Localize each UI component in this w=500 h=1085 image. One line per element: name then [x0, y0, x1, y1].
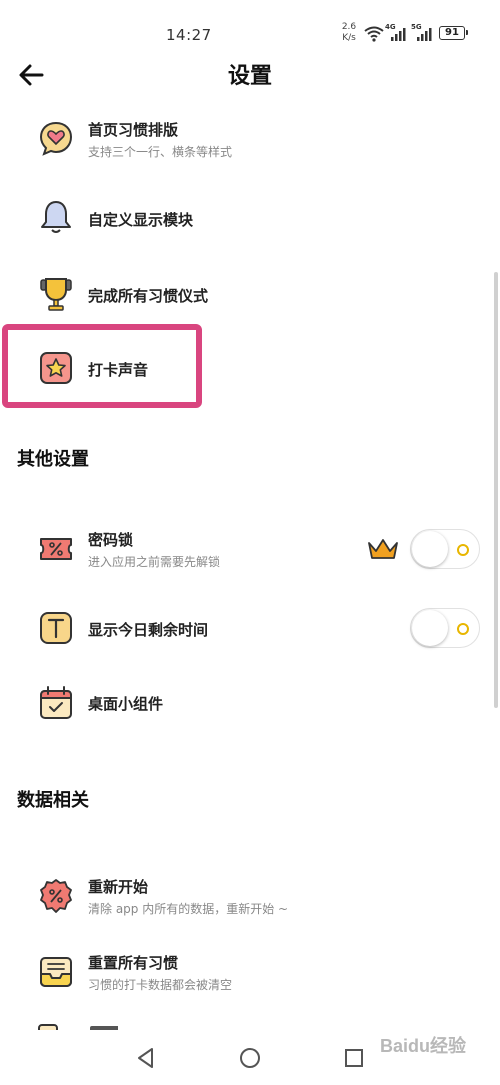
network-speed-value: 2.6 [341, 22, 357, 32]
signal-4g-label: 4G [385, 23, 396, 31]
setting-show-remaining-time[interactable]: 显示今日剩余时间 [0, 606, 500, 652]
password-lock-toggle[interactable] [410, 529, 480, 569]
setting-label: 自定义显示模块 [88, 211, 194, 229]
setting-sub: 支持三个一行、横条等样式 [88, 145, 233, 159]
setting-label: 重新开始 [88, 878, 149, 896]
percent-badge-icon [40, 879, 72, 913]
setting-label: 密码锁 [88, 531, 134, 549]
signal-5g-icon: 5G [411, 23, 433, 42]
setting-desktop-widget[interactable]: 桌面小组件 [0, 683, 500, 723]
battery-icon: 91 [439, 26, 468, 40]
nav-recent-apps-icon[interactable] [342, 1046, 366, 1070]
calendar-check-icon [40, 686, 72, 719]
heart-bubble-icon [39, 121, 73, 156]
toggle-off-indicator [457, 544, 469, 556]
next-item-partial [38, 1022, 118, 1030]
setting-home-layout[interactable]: 首页习惯排版 支持三个一行、横条等样式 [0, 112, 500, 168]
scrollbar[interactable] [494, 272, 498, 708]
toggle-knob [412, 610, 448, 646]
bell-icon [41, 201, 71, 233]
status-time: 14:27 [166, 26, 212, 44]
setting-password-lock[interactable]: 密码锁 进入应用之前需要先解锁 [0, 525, 500, 575]
setting-sub: 进入应用之前需要先解锁 [88, 555, 221, 569]
setting-restart[interactable]: 重新开始 清除 app 内所有的数据，重新开始 ~ [0, 872, 500, 922]
setting-label: 重置所有习惯 [88, 954, 179, 972]
inbox-tray-icon [40, 957, 72, 987]
setting-sub: 清除 app 内所有的数据，重新开始 ~ [88, 902, 289, 916]
network-speed: 2.6 K/s [340, 22, 358, 44]
setting-label: 显示今日剩余时间 [88, 621, 209, 639]
setting-completion-ceremony[interactable]: 完成所有习惯仪式 [0, 272, 500, 318]
setting-reset-all-habits[interactable]: 重置所有习惯 习惯的打卡数据都会被清空 [0, 948, 500, 998]
signal-5g-label: 5G [411, 23, 422, 31]
toggle-knob [412, 531, 448, 567]
watermark: Baidu经验 [380, 1036, 467, 1056]
wifi-icon [364, 26, 384, 42]
section-title-other: 其他设置 [17, 449, 89, 470]
setting-label: 桌面小组件 [88, 695, 164, 713]
highlight-box [2, 324, 202, 408]
nav-back-icon[interactable] [134, 1046, 158, 1070]
network-speed-unit: K/s [342, 33, 356, 43]
page-title: 设置 [227, 64, 272, 89]
trophy-icon [40, 278, 72, 311]
section-title-data: 数据相关 [17, 790, 89, 811]
crown-icon [368, 539, 398, 559]
text-t-icon [40, 612, 72, 644]
signal-4g-icon: 4G [385, 23, 407, 42]
remaining-time-toggle[interactable] [410, 608, 480, 648]
ticket-icon [40, 538, 72, 560]
setting-custom-modules[interactable]: 自定义显示模块 [0, 195, 500, 241]
toggle-off-indicator [457, 623, 469, 635]
setting-label: 完成所有习惯仪式 [88, 287, 209, 305]
setting-label: 首页习惯排版 [88, 121, 179, 139]
status-bar: 14:27 2.6 K/s 4G 5G 91 [0, 0, 500, 62]
nav-home-icon[interactable] [238, 1046, 262, 1070]
setting-sub: 习惯的打卡数据都会被清空 [88, 978, 233, 992]
